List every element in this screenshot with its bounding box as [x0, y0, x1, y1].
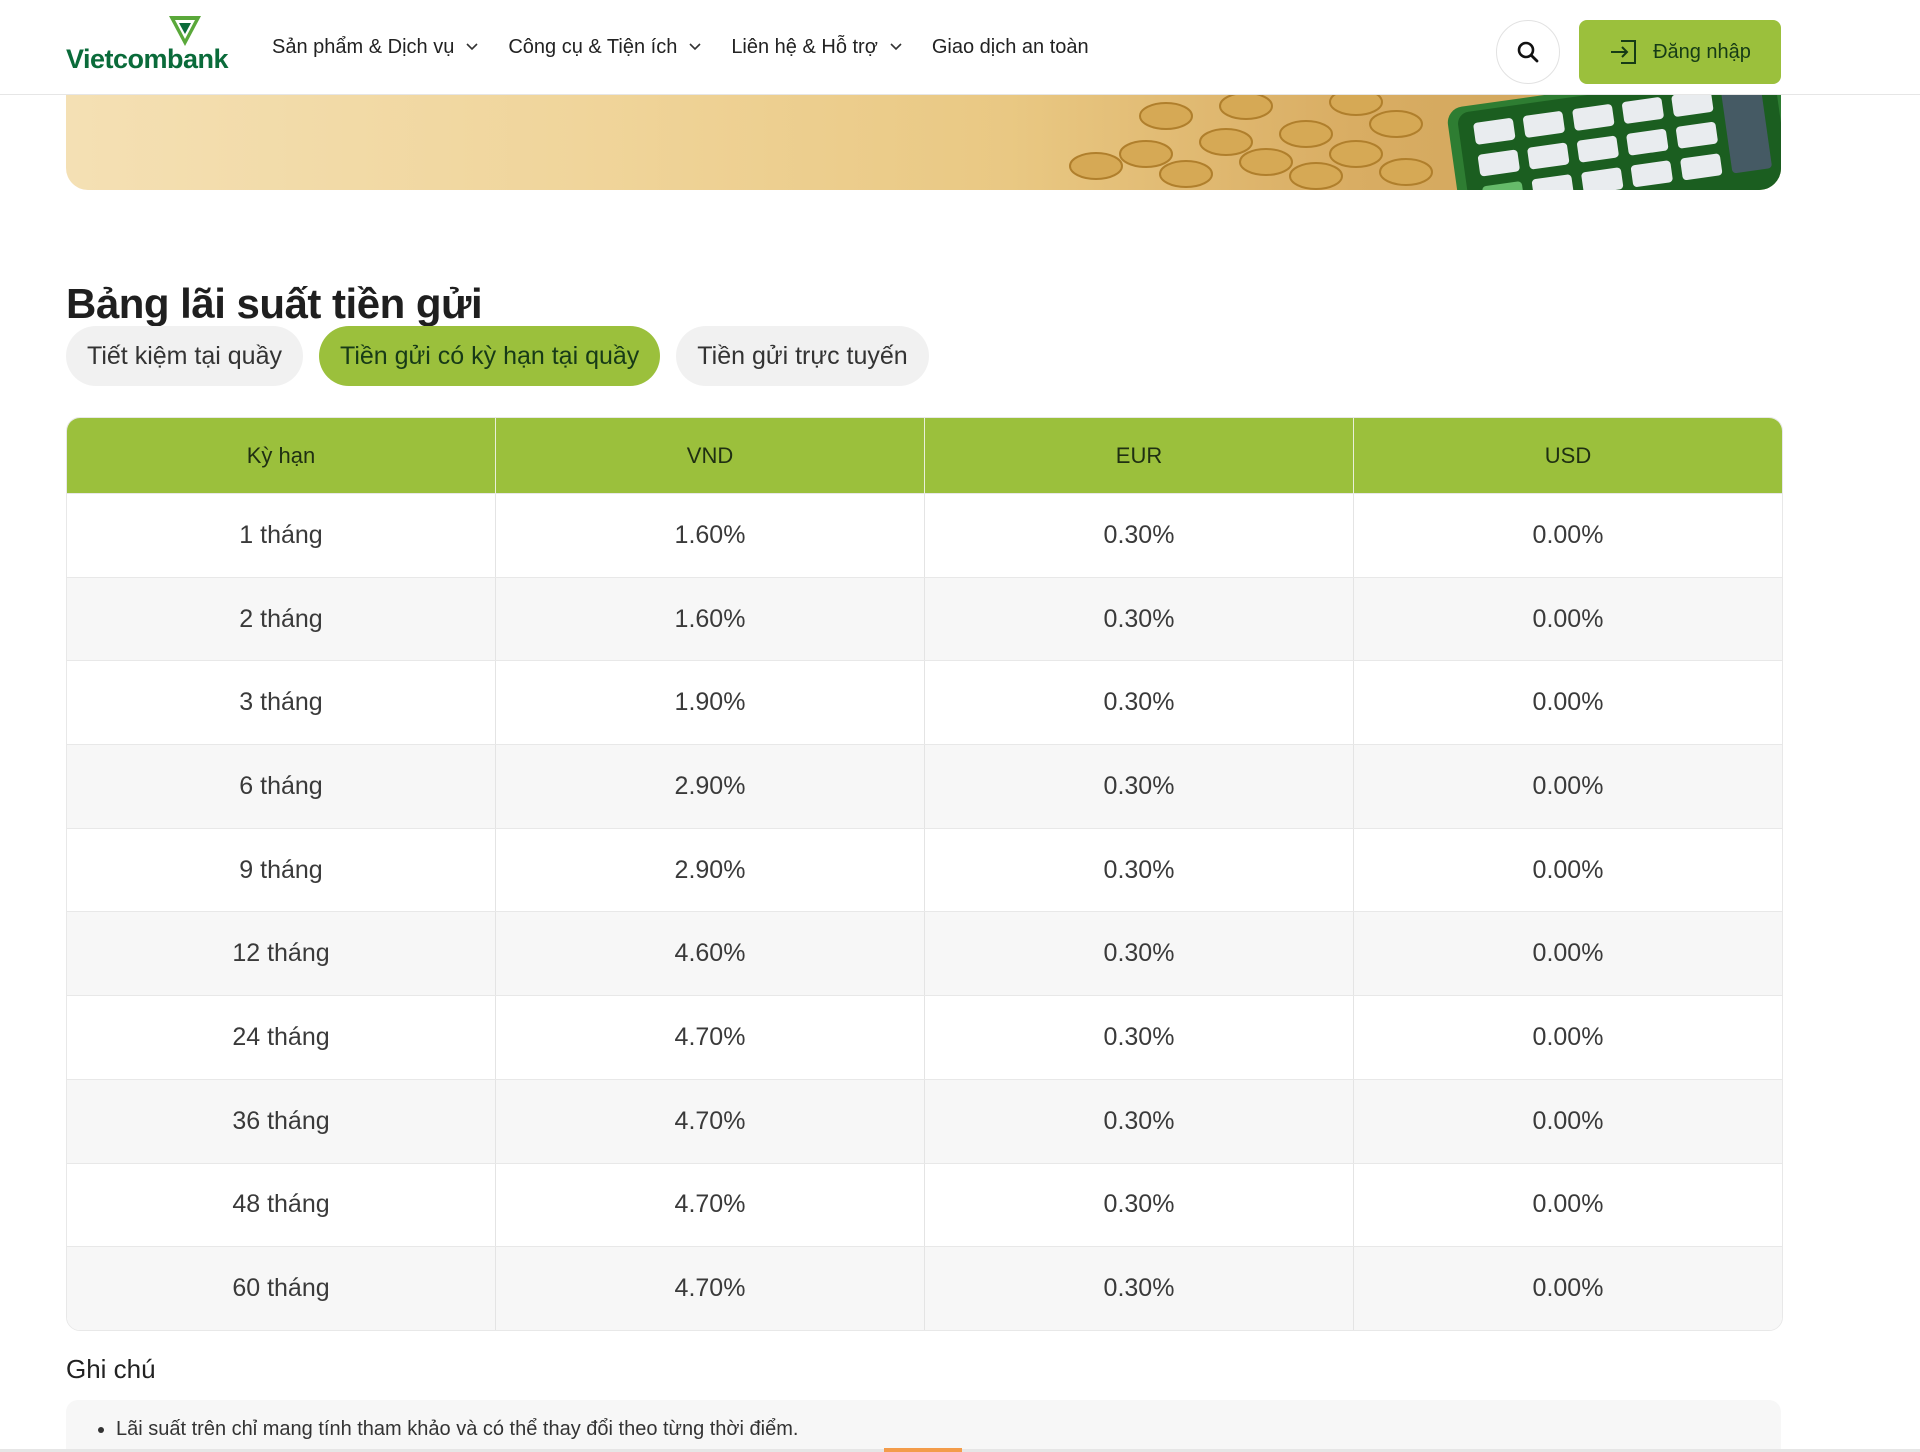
cell-usd: 0.00%	[1532, 604, 1604, 633]
cell-vnd: 4.60%	[496, 912, 925, 996]
table-row: 9 tháng 2.90% 0.30% 0.00%	[67, 827, 1782, 912]
nav-item-tools[interactable]: Công cụ & Tiện ích	[508, 36, 701, 59]
cell-eur: 0.30%	[925, 494, 1354, 577]
cell-term: 24 tháng	[67, 996, 496, 1079]
column-header-term: Kỳ hạn	[67, 418, 496, 493]
table-row: 6 tháng 2.90% 0.30% 0.00%	[67, 744, 1782, 828]
main-nav: Sản phẩm & Dịch vụ Công cụ & Tiện ích Li…	[272, 0, 1119, 94]
login-label: Đăng nhập	[1653, 40, 1751, 63]
cell-usd: 0.00%	[1532, 1106, 1604, 1135]
notes-box: Lãi suất trên chỉ mang tính tham khảo và…	[66, 1400, 1781, 1452]
cell-vnd: 4.70%	[496, 1079, 925, 1163]
cell-usd: 0.00%	[1532, 1274, 1604, 1303]
nav-item-label: Sản phẩm & Dịch vụ	[272, 35, 455, 58]
search-button[interactable]	[1496, 20, 1560, 84]
cell-eur: 0.30%	[925, 745, 1354, 828]
cell-vnd: 4.70%	[496, 1163, 925, 1247]
cell-usd: 0.00%	[1532, 1022, 1604, 1051]
table-row: 3 tháng 1.90% 0.30% 0.00%	[67, 660, 1782, 745]
cell-eur: 0.30%	[925, 996, 1354, 1079]
note-item: Lãi suất trên chỉ mang tính tham khảo và…	[116, 1418, 1781, 1441]
table-row: 12 tháng 4.60% 0.30% 0.00%	[67, 911, 1782, 996]
cell-term: 36 tháng	[67, 1079, 496, 1163]
hero-banner-image	[66, 94, 1781, 190]
notes-list: Lãi suất trên chỉ mang tính tham khảo và…	[66, 1418, 1781, 1441]
cell-term: 48 tháng	[67, 1163, 496, 1247]
cell-usd: 0.00%	[1532, 1190, 1604, 1219]
cell-eur: 0.30%	[925, 661, 1354, 745]
nav-item-contact[interactable]: Liên hệ & Hỗ trợ	[731, 36, 902, 59]
page-title: Bảng lãi suất tiền gửi	[66, 280, 483, 328]
table-row: 2 tháng 1.60% 0.30% 0.00%	[67, 576, 1782, 661]
login-icon	[1611, 40, 1637, 64]
cell-vnd: 1.90%	[496, 661, 925, 745]
chevron-down-icon	[689, 43, 701, 51]
table-header-row: Kỳ hạn VND EUR USD	[67, 418, 1782, 493]
cell-usd: 0.00%	[1532, 939, 1604, 968]
search-icon	[1517, 41, 1539, 63]
tab-term-deposit-counter[interactable]: Tiền gửi có kỳ hạn tại quầy	[318, 326, 661, 386]
cell-term: 60 tháng	[67, 1247, 496, 1330]
table-row: 24 tháng 4.70% 0.30% 0.00%	[67, 995, 1782, 1079]
cell-term: 9 tháng	[67, 828, 496, 912]
cell-usd: 0.00%	[1532, 771, 1604, 800]
tab-online-deposit[interactable]: Tiền gửi trực tuyến	[676, 326, 929, 386]
table-row: 1 tháng 1.60% 0.30% 0.00%	[67, 493, 1782, 577]
nav-item-label: Liên hệ & Hỗ trợ	[731, 35, 878, 58]
cell-vnd: 1.60%	[496, 577, 925, 661]
cell-vnd: 4.70%	[496, 1247, 925, 1330]
nav-item-label: Giao dịch an toàn	[931, 35, 1089, 58]
nav-item-safe-transaction[interactable]: Giao dịch an toàn	[932, 36, 1089, 59]
cell-eur: 0.30%	[925, 1079, 1354, 1163]
table-row: 48 tháng 4.70% 0.30% 0.00%	[67, 1162, 1782, 1247]
nav-item-products[interactable]: Sản phẩm & Dịch vụ	[272, 36, 478, 59]
column-header-usd: USD	[1544, 442, 1592, 468]
column-header-vnd: VND	[496, 418, 925, 493]
cell-eur: 0.30%	[925, 912, 1354, 996]
cell-vnd: 1.60%	[496, 494, 925, 577]
tab-counter-savings[interactable]: Tiết kiệm tại quầy	[66, 326, 303, 386]
rate-type-tabs: Tiết kiệm tại quầy Tiền gửi có kỳ hạn tạ…	[66, 326, 929, 386]
cell-eur: 0.30%	[925, 828, 1354, 912]
cell-eur: 0.30%	[925, 1163, 1354, 1247]
chevron-down-icon	[466, 43, 478, 51]
cell-eur: 0.30%	[925, 1247, 1354, 1330]
cell-vnd: 4.70%	[496, 996, 925, 1079]
table-row: 36 tháng 4.70% 0.30% 0.00%	[67, 1078, 1782, 1163]
login-button[interactable]: Đăng nhập	[1579, 20, 1781, 84]
cell-term: 12 tháng	[67, 912, 496, 996]
interest-rate-table: Kỳ hạn VND EUR USD 1 tháng 1.60% 0.30% 0…	[66, 417, 1783, 1331]
table-row: 60 tháng 4.70% 0.30% 0.00%	[67, 1246, 1782, 1330]
site-header: Vietcombank Sản phẩm & Dịch vụ Công cụ &…	[0, 0, 1920, 95]
cell-term: 6 tháng	[67, 745, 496, 828]
cell-vnd: 2.90%	[496, 828, 925, 912]
vietcombank-logo[interactable]: Vietcombank	[66, 14, 229, 74]
nav-item-label: Công cụ & Tiện ích	[508, 35, 678, 58]
cell-vnd: 2.90%	[496, 745, 925, 828]
cell-term: 3 tháng	[67, 661, 496, 745]
cell-usd: 0.00%	[1532, 855, 1604, 884]
column-header-eur: EUR	[925, 418, 1354, 493]
scroll-indicator	[884, 1448, 962, 1452]
cell-usd: 0.00%	[1532, 688, 1604, 717]
cell-usd: 0.00%	[1532, 520, 1604, 549]
logo-mark-icon	[169, 16, 201, 46]
chevron-down-icon	[890, 43, 902, 51]
cell-term: 2 tháng	[67, 577, 496, 661]
coins-calculator-illustration	[1069, 94, 1781, 190]
cell-term: 1 tháng	[67, 494, 496, 577]
cell-eur: 0.30%	[925, 577, 1354, 661]
logo-text: Vietcombank	[66, 44, 229, 74]
notes-title: Ghi chú	[66, 1354, 156, 1384]
